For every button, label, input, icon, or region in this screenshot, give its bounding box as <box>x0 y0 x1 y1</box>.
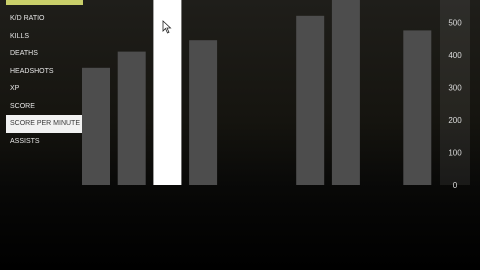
y-tick-label: 400 <box>448 51 462 60</box>
game-stats-screen: K/D RATIO KILLS DEATHS HEADSHOTS XP SCOR… <box>0 0 480 270</box>
mouse-cursor-icon <box>162 20 172 34</box>
chart-bar[interactable] <box>82 67 110 185</box>
y-tick-label: 300 <box>448 83 462 92</box>
y-tick-label: 500 <box>448 18 462 27</box>
y-tick-label: 100 <box>448 149 462 158</box>
chart-bar[interactable] <box>403 30 432 186</box>
chart-bar[interactable] <box>331 0 360 185</box>
y-tick-label: 0 <box>453 181 458 190</box>
stats-bar-chart: 0 100 200 300 400 500 <box>82 0 462 190</box>
y-tick-label: 200 <box>448 116 462 125</box>
chart-bar[interactable] <box>117 51 146 185</box>
chart-bar[interactable] <box>296 15 325 185</box>
chart-bar[interactable] <box>189 40 218 186</box>
